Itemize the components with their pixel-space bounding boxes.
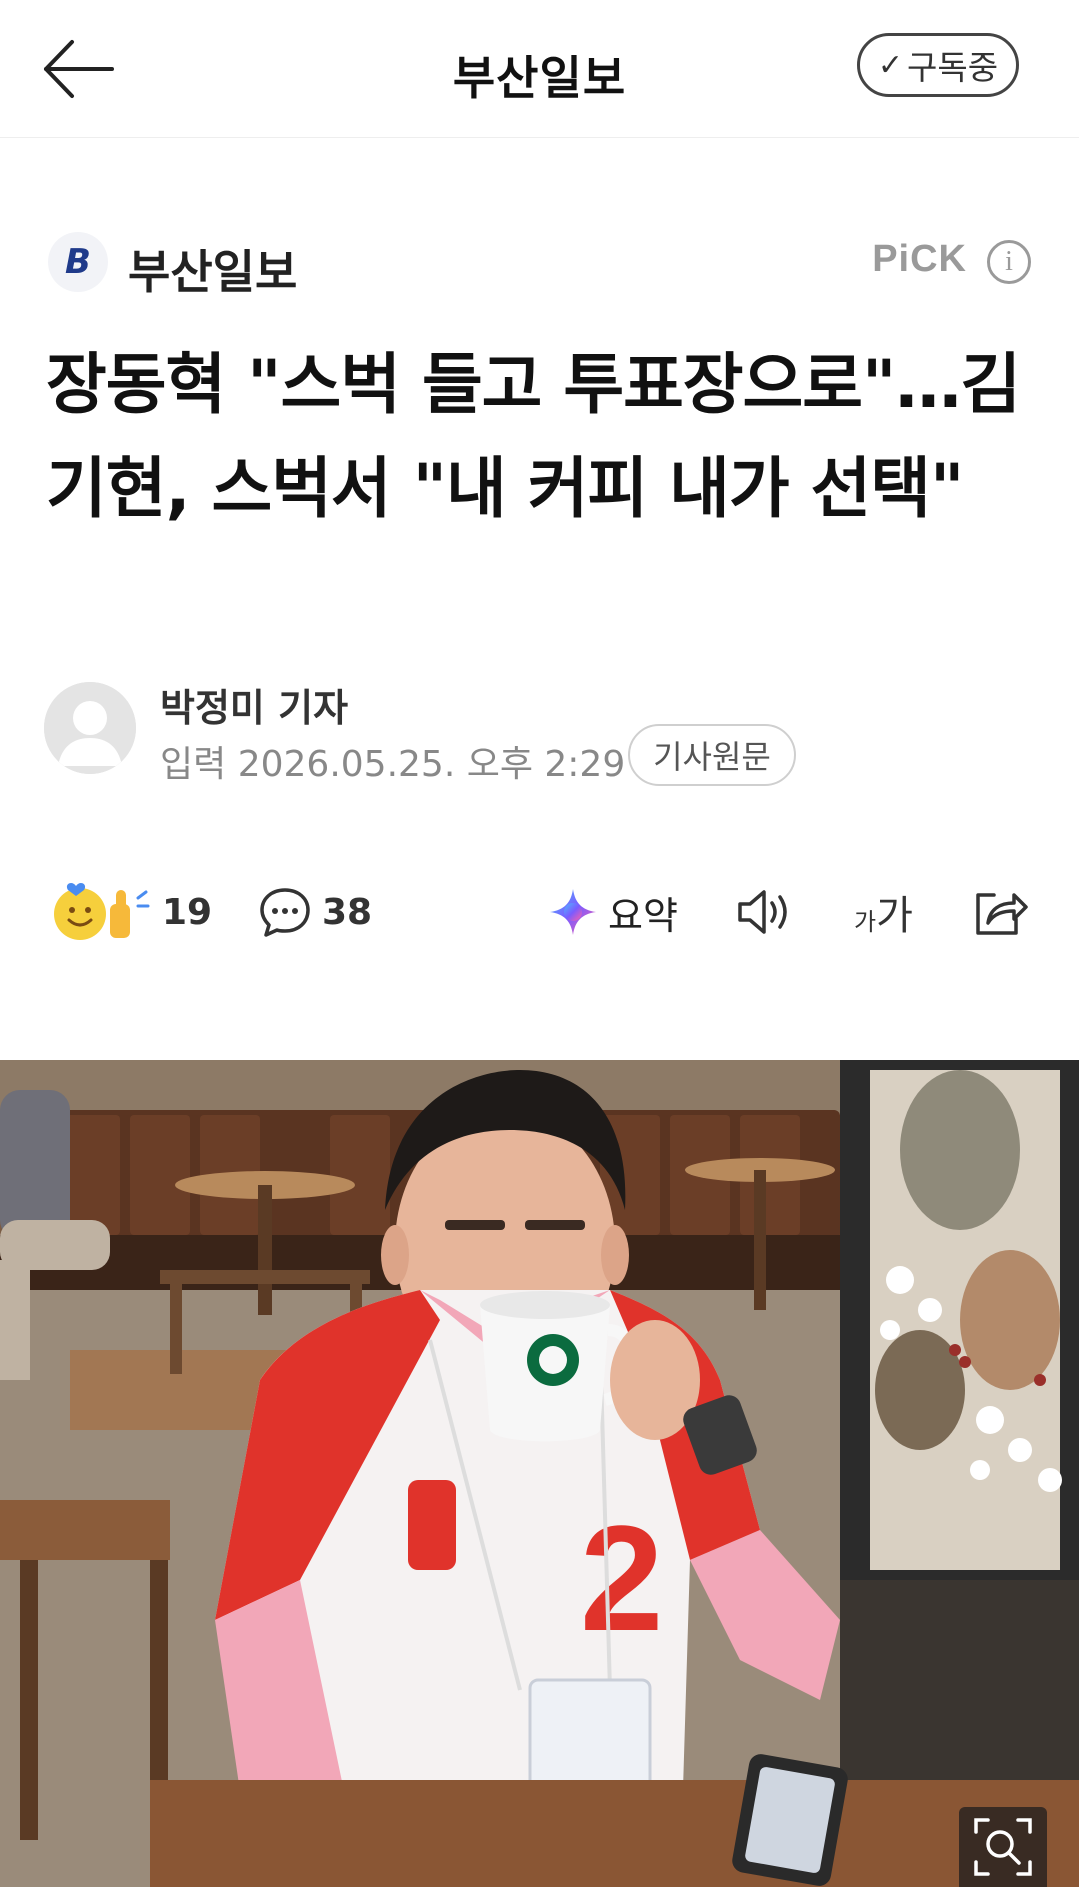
published-label: 입력	[160, 744, 227, 785]
original-article-button[interactable]: 기사원문	[628, 724, 796, 786]
reaction-count: 19	[162, 891, 213, 933]
summary-button[interactable]: 요약	[548, 872, 678, 952]
svg-text:2: 2	[580, 1494, 663, 1662]
press-header: B 부산일보 PiCK i	[48, 230, 1031, 299]
top-app-bar: 부산일보 ✓ 구독중	[0, 0, 1079, 138]
subscribe-button[interactable]: ✓ 구독중	[857, 33, 1019, 97]
article-action-bar: 19 38 요약 가 가	[0, 872, 1079, 952]
speaker-icon	[738, 890, 787, 934]
photo-illustration: 2	[0, 1060, 1079, 1887]
press-name[interactable]: 부산일보	[128, 236, 297, 302]
subscribe-label: 구독중	[907, 48, 999, 87]
zoom-icon	[974, 1818, 1032, 1876]
reaction-button[interactable]: 19	[52, 872, 212, 952]
pick-badge: PiCK	[872, 238, 967, 280]
reaction-emoji-icon	[54, 883, 150, 940]
author-name[interactable]: 박정미 기자	[160, 677, 348, 732]
font-size-large: 가	[876, 893, 913, 939]
article-photo[interactable]: 2	[0, 1060, 1079, 1887]
tts-button[interactable]	[736, 872, 794, 952]
summary-label: 요약	[608, 893, 678, 938]
info-icon[interactable]: i	[987, 240, 1031, 284]
comment-button[interactable]: 38	[258, 872, 372, 952]
comment-count: 38	[322, 891, 373, 933]
comment-icon	[260, 888, 310, 937]
avatar	[44, 682, 136, 774]
share-icon	[976, 893, 1028, 935]
share-button[interactable]	[972, 872, 1028, 952]
sparkle-icon	[550, 889, 596, 935]
font-size-small: 가	[854, 907, 877, 936]
press-logo-letter: B	[65, 242, 91, 282]
press-logo[interactable]: B	[48, 232, 108, 292]
check-icon: ✓	[877, 47, 904, 83]
avatar-icon	[44, 682, 136, 774]
font-size-button[interactable]: 가 가	[854, 872, 913, 952]
published-info: 입력 2026.05.25. 오후 2:29	[160, 735, 625, 787]
zoom-button[interactable]	[959, 1807, 1047, 1887]
published-datetime: 2026.05.25. 오후 2:29	[237, 744, 626, 785]
article-headline: 장동혁 "스벅 들고 투표장으로"…김기현, 스벅서 "내 커피 내가 선택"	[46, 346, 1021, 527]
